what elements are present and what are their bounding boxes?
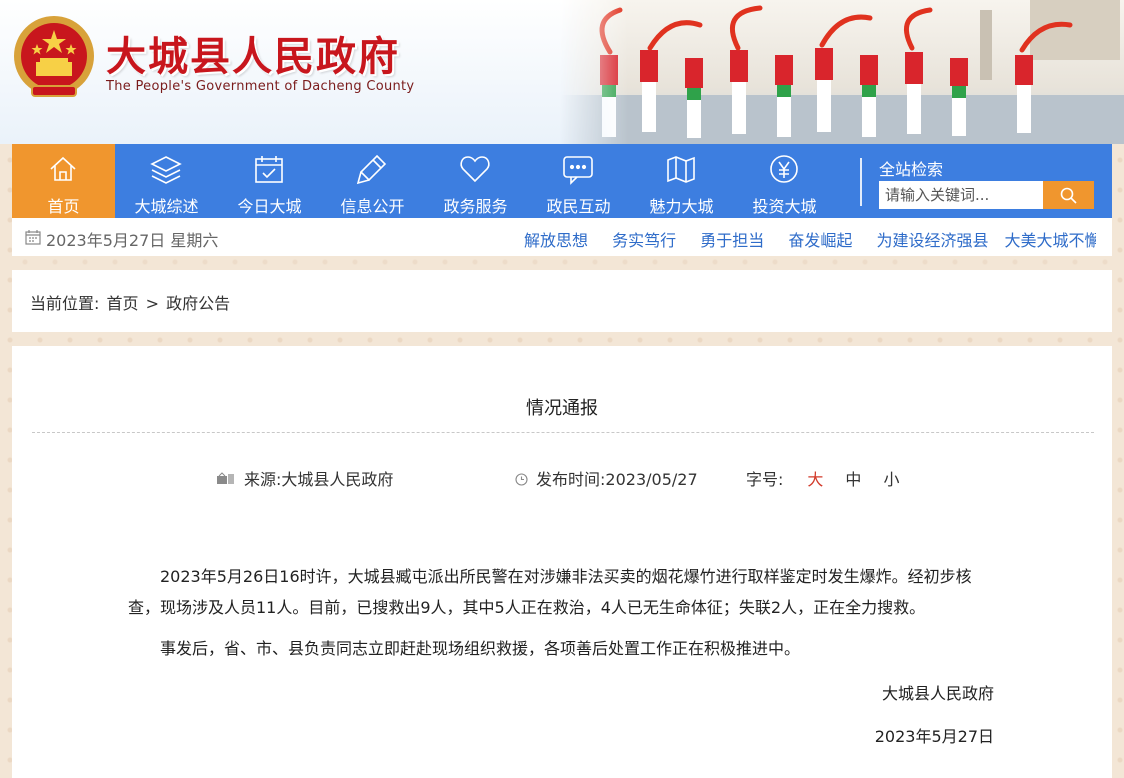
slogan-links: 解放思想 务实笃行 勇于担当 奋发崛起 为建设经济强县 大美大城不懈奋斗 [524,227,1096,249]
slogan-link[interactable]: 奋发崛起 [788,227,852,249]
article-title: 情况通报 [526,398,598,419]
nav-item-label: 首页 [47,197,80,216]
breadcrumb: 当前位置: 首页 > 政府公告 [30,290,232,314]
nav-item-invest[interactable]: 投资大城 [733,144,836,218]
font-size-large-button[interactable]: 大 [807,470,823,489]
title-divider [32,432,1094,433]
nav-item-label: 魅力大城 [649,197,714,216]
search-input[interactable] [879,181,1043,209]
yuan-icon [770,155,798,183]
home-icon [50,156,76,181]
nav-item-gov-services[interactable]: 政务服务 [424,144,527,218]
breadcrumb-prefix: 当前位置: [30,294,100,313]
date-slogan-bar: 2023年5月27日 星期六 解放思想 务实笃行 勇于担当 奋发崛起 为建设经济… [12,218,1112,256]
national-emblem-logo [12,14,96,104]
current-date: 2023年5月27日 星期六 [46,231,219,250]
map-icon [667,156,695,183]
nav-item-label: 大城综述 [134,197,199,216]
article-panel: 情况通报 来源:大城县人民政府 发布时间:2023/05/27 字号: 大中小 2… [12,346,1112,778]
nav-item-label: 投资大城 [752,197,817,216]
search-button[interactable] [1043,181,1094,209]
nav-item-label: 政民互动 [546,197,611,216]
clock-icon [515,473,528,486]
time-label: 发布时间: [536,470,606,489]
search-title: 全站检索 [879,160,944,179]
chat-bubble-icon [563,156,593,185]
font-size-switcher: 字号: 大 中 小 [746,466,899,490]
site-subtitle-en: The People's Government of Dacheng Count… [106,79,415,94]
nav-item-charm[interactable]: 魅力大城 [630,144,733,218]
time-value: 2023/05/27 [605,470,698,489]
breadcrumb-home-link[interactable]: 首页 [107,294,139,313]
source-icon [217,472,234,484]
site-title: 大城县人民政府 [106,33,400,80]
layers-icon [150,156,182,184]
nav-divider [860,158,862,206]
nav-item-home[interactable]: 首页 [12,144,115,218]
source-label: 来源: [244,470,282,489]
site-header: 大城县人民政府 The People's Government of Dache… [0,0,1124,144]
slogan-link[interactable]: 勇于担当 [700,227,764,249]
search-icon [1060,187,1077,204]
slogan-link[interactable]: 解放思想 [524,227,588,249]
font-size-small-button[interactable]: 小 [883,470,899,489]
article-body: 2023年5月26日16时许，大城县臧屯派出所民警在对涉嫌非法买卖的烟花爆竹进行… [128,561,998,674]
slogan-link[interactable]: 务实笃行 [612,227,676,249]
nav-item-label: 今日大城 [237,197,302,216]
nav-item-today[interactable]: 今日大城 [218,144,321,218]
article-signature-date: 2023年5月27日 [874,727,994,746]
heart-icon [460,156,490,183]
nav-item-interaction[interactable]: 政民互动 [527,144,630,218]
article-paragraph: 2023年5月26日16时许，大城县臧屯派出所民警在对涉嫌非法买卖的烟花爆竹进行… [128,567,972,617]
breadcrumb-current-link[interactable]: 政府公告 [166,294,230,313]
slogan-link[interactable]: 为建设经济强县 [876,227,988,249]
slogan-link[interactable]: 大美大城不懈奋斗 [1005,227,1096,249]
font-size-medium-button[interactable]: 中 [845,470,861,489]
calendar-check-icon [255,156,283,183]
nav-item-label: 政务服务 [443,197,508,216]
nav-item-info-disclosure[interactable]: 信息公开 [321,144,424,218]
nav-item-overview[interactable]: 大城综述 [115,144,218,218]
article-signature: 大城县人民政府 [881,684,994,703]
main-nav: 首页 大城综述 今日大城 信息公开 政务服务 政民互动 魅力大城 投资大城 全站… [12,144,1112,218]
article-source: 来源:大城县人民政府 [216,466,393,490]
calendar-icon [25,230,41,245]
breadcrumb-separator: > [145,294,160,313]
article-paragraph: 事发后，省、市、县负责同志立即赶赴现场组织救援，各项善后处置工作正在积极推进中。 [160,639,801,658]
breadcrumb-bar: 当前位置: 首页 > 政府公告 [12,270,1112,332]
nav-item-label: 信息公开 [340,197,405,216]
pen-icon [356,154,387,185]
font-size-label: 字号: [746,470,784,489]
article-publish-time: 发布时间:2023/05/27 [515,466,698,490]
source-value: 大城县人民政府 [281,470,394,489]
header-banner-image [560,0,1124,144]
